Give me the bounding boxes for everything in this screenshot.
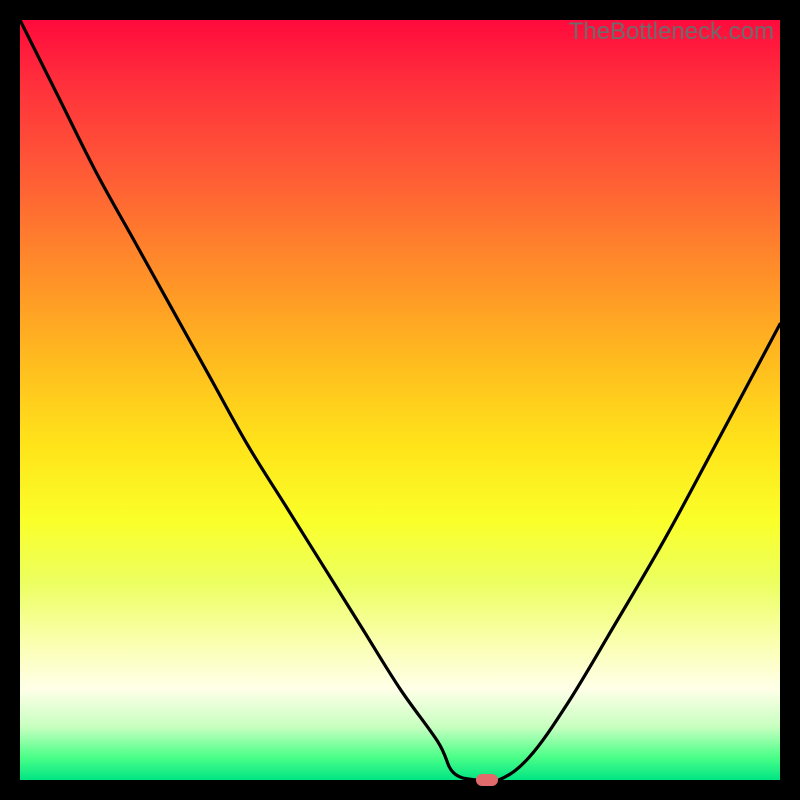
optimal-marker (476, 774, 498, 786)
plot-area: TheBottleneck.com (20, 20, 780, 780)
chart-frame: TheBottleneck.com (0, 0, 800, 800)
bottleneck-curve (20, 20, 780, 780)
